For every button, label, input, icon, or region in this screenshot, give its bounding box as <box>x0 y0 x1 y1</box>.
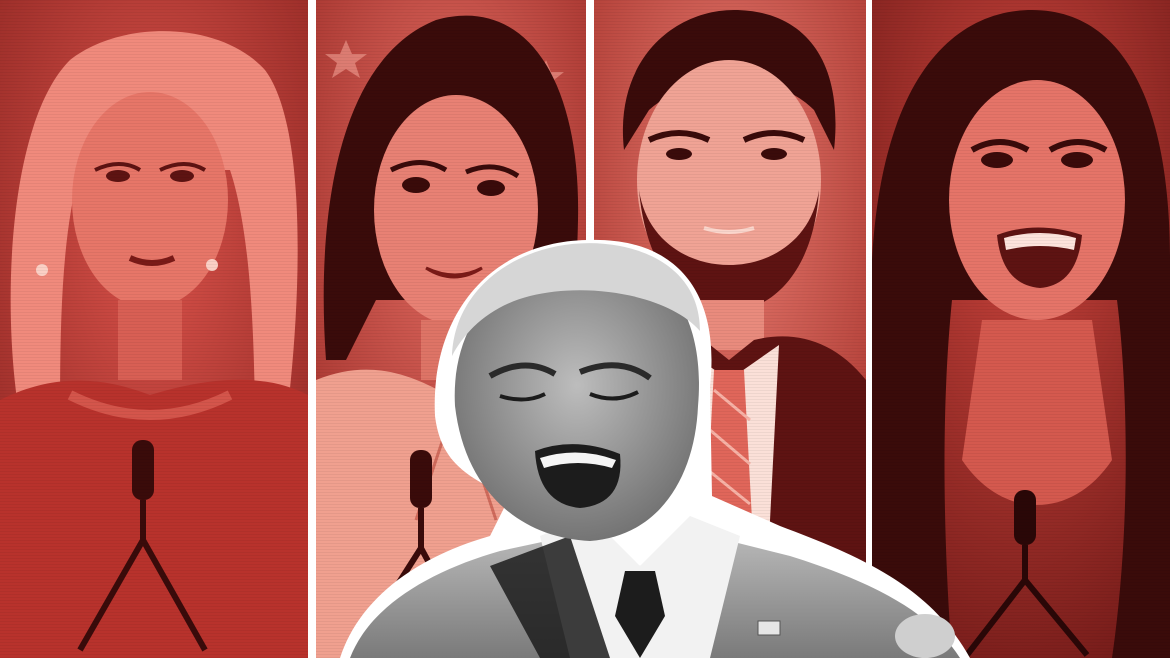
shouting-man-photo <box>340 239 970 658</box>
blonde-woman-photo <box>0 0 308 658</box>
panel-blonde-woman <box>0 0 308 658</box>
photo-collage <box>0 0 1170 658</box>
center-cutout-shouting-man <box>340 236 980 658</box>
flag-pin-icon <box>757 620 781 636</box>
